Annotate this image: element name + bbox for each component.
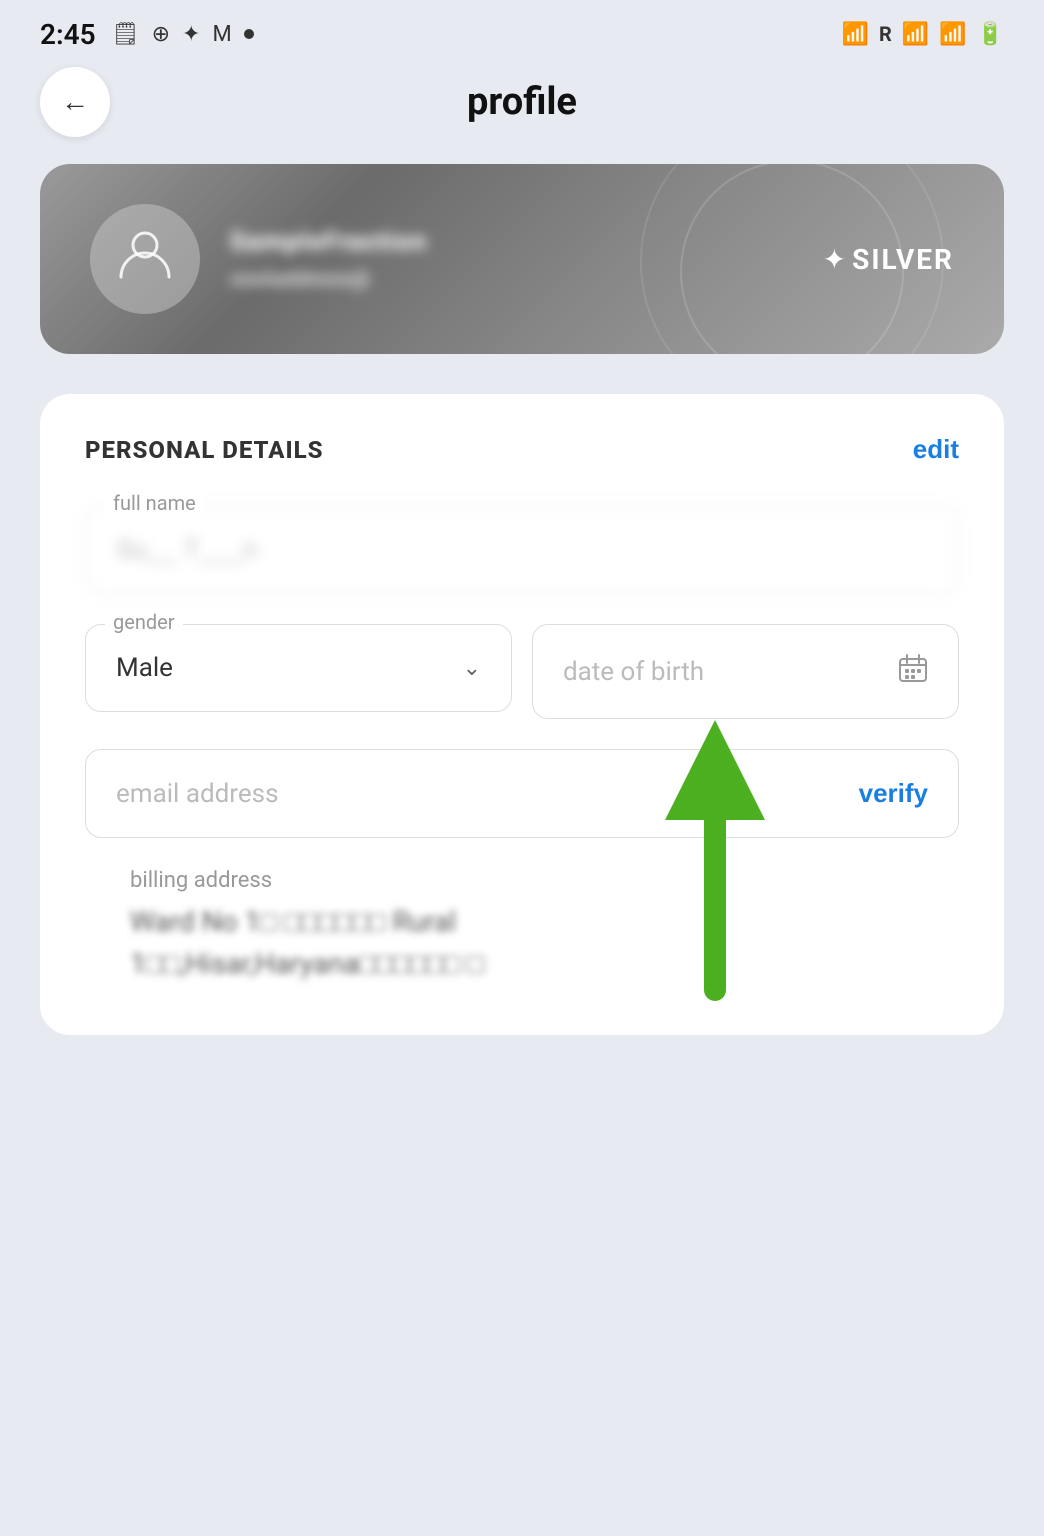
dob-field[interactable]: date of birth — [532, 624, 959, 719]
back-arrow-icon: ← — [61, 86, 89, 118]
full-name-input[interactable] — [85, 505, 959, 594]
status-left: 2:45 🗒 ⊕ ✦ M — [40, 18, 254, 51]
profile-name: SampleFraction — [230, 227, 427, 257]
signal-icon2: 📶 — [939, 22, 966, 47]
dob-input-wrapper[interactable]: date of birth — [532, 624, 959, 719]
profile-email: cooladdress@ — [230, 267, 427, 292]
billing-section: billing address Ward No 1□ □□□□□□ Rural … — [85, 868, 959, 985]
clipboard-icon: 🗒 — [112, 22, 140, 47]
carrier-r-icon: R — [879, 22, 892, 46]
full-name-field: full name — [85, 505, 959, 594]
notification-dot — [244, 29, 254, 39]
profile-card: SampleFraction cooladdress@ ✦ SILVER — [40, 164, 1004, 354]
gender-select[interactable]: Male ⌄ — [85, 624, 512, 712]
gender-dob-row: gender Male ⌄ date of birth — [85, 624, 959, 719]
whatsapp-icon: ⊕ — [152, 22, 170, 47]
calendar-icon — [898, 653, 928, 690]
twitter-icon: ✦ — [182, 22, 200, 47]
signal-icon1: 📶 — [902, 22, 929, 47]
billing-label: billing address — [130, 868, 914, 893]
personal-details-card: PERSONAL DETAILS edit full name gender M… — [40, 394, 1004, 1035]
status-bar: 2:45 🗒 ⊕ ✦ M 📶 R 📶 📶 🔋 — [0, 0, 1044, 60]
status-icons-right: 📶 R 📶 📶 🔋 — [842, 22, 1004, 47]
gmail-icon: M — [212, 22, 231, 47]
header: ← profile — [0, 60, 1044, 144]
billing-address: Ward No 1□ □□□□□□ Rural 1□□,Hisar,Haryan… — [130, 901, 914, 985]
status-icons-left: 🗒 ⊕ ✦ M — [112, 22, 254, 47]
status-time: 2:45 — [40, 18, 96, 51]
silver-star-icon: ✦ — [823, 243, 846, 276]
silver-badge: ✦ SILVER — [823, 243, 954, 276]
billing-line2: 1□□,Hisar,Haryana□□□□□□ □ — [130, 943, 914, 985]
battery-icon: 🔋 — [977, 22, 1004, 47]
tier-label: SILVER — [852, 243, 954, 276]
person-icon — [115, 223, 175, 296]
email-placeholder: email address — [116, 779, 279, 809]
chevron-down-icon: ⌄ — [463, 656, 481, 681]
verify-button[interactable]: verify — [859, 778, 928, 809]
gender-field: gender Male ⌄ — [85, 624, 512, 719]
page-title: profile — [467, 80, 577, 124]
full-name-label: full name — [105, 491, 204, 515]
email-field[interactable]: email address verify — [85, 749, 959, 838]
profile-left: SampleFraction cooladdress@ — [90, 204, 427, 314]
gender-value: Male — [116, 653, 173, 683]
edit-button[interactable]: edit — [913, 434, 959, 465]
avatar — [90, 204, 200, 314]
dob-placeholder: date of birth — [563, 657, 704, 687]
details-header: PERSONAL DETAILS edit — [85, 434, 959, 465]
gender-label: gender — [105, 610, 183, 634]
personal-details-title: PERSONAL DETAILS — [85, 436, 324, 464]
profile-info: SampleFraction cooladdress@ — [230, 227, 427, 292]
back-button[interactable]: ← — [40, 67, 110, 137]
billing-line1: Ward No 1□ □□□□□□ Rural — [130, 901, 914, 943]
wifi-icon: 📶 — [842, 22, 869, 47]
